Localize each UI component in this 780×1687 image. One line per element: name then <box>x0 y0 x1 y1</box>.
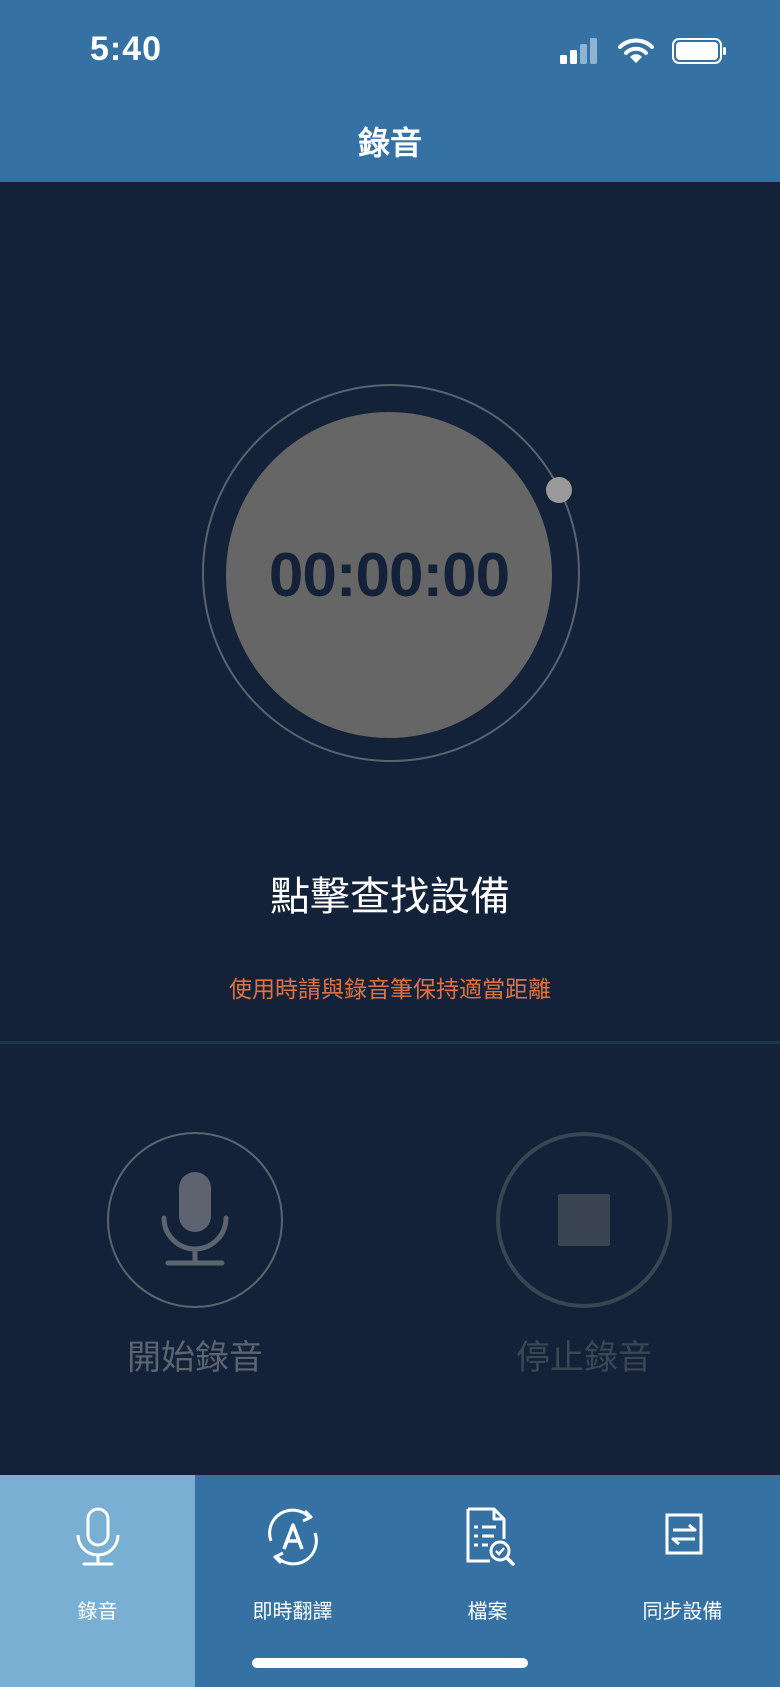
tab-files-label: 檔案 <box>467 1599 508 1623</box>
translate-icon <box>268 1508 318 1566</box>
wifi-icon <box>618 38 654 63</box>
timer-disc: 00:00:00 <box>226 412 552 738</box>
tab-record[interactable]: 錄音 <box>0 1475 195 1687</box>
divider <box>0 1041 780 1044</box>
microphone-icon <box>161 1172 229 1266</box>
tab-record-label: 錄音 <box>77 1599 118 1623</box>
start-recording-label: 開始錄音 <box>127 1338 263 1378</box>
status-icons <box>560 36 728 66</box>
tab-translate[interactable]: 即時翻譯 <box>195 1475 390 1687</box>
timer-readout: 00:00:00 <box>268 540 510 610</box>
timer-progress-dot <box>546 477 572 503</box>
microphone-icon <box>76 1507 120 1566</box>
page-title: 錄音 <box>357 124 422 162</box>
tab-files[interactable]: 檔案 <box>390 1475 585 1687</box>
distance-hint: 使用時請與錄音筆保持適當距離 <box>229 977 551 1003</box>
file-search-icon <box>466 1507 515 1566</box>
sync-icon <box>665 1513 703 1555</box>
home-indicator[interactable] <box>252 1658 528 1668</box>
tab-bar: 錄音 即時翻譯 檔案 同步設備 <box>0 1475 780 1687</box>
signal-icon <box>560 38 597 64</box>
status-time: 5:40 <box>90 30 163 68</box>
tab-translate-label: 即時翻譯 <box>252 1599 333 1623</box>
stop-recording-label: 停止錄音 <box>516 1338 652 1378</box>
app-header: 5:40 錄音 <box>0 0 780 182</box>
find-device-button[interactable]: 點擊查找設備 <box>0 864 780 922</box>
tab-sync-label: 同步設備 <box>642 1599 723 1623</box>
stop-recording-button[interactable] <box>496 1132 672 1308</box>
battery-icon <box>672 38 726 64</box>
stop-icon <box>558 1194 610 1246</box>
tab-sync[interactable]: 同步設備 <box>585 1475 780 1687</box>
start-recording-button[interactable] <box>107 1132 283 1308</box>
